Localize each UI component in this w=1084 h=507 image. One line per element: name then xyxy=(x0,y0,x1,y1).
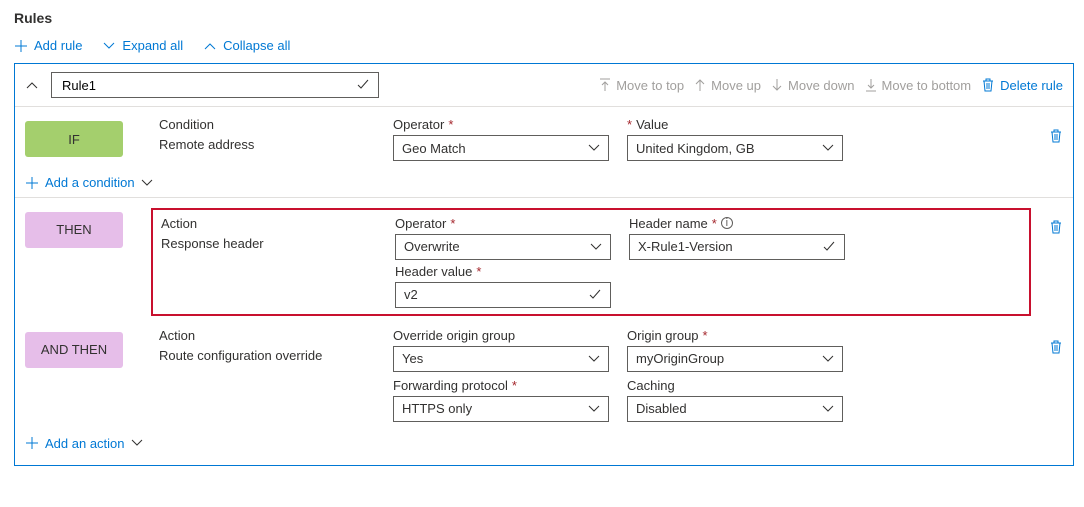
collapse-rule-button[interactable] xyxy=(25,80,41,90)
rule-header: Move to top Move up Move down Move to bo… xyxy=(15,64,1073,107)
add-rule-button[interactable]: Add rule xyxy=(14,38,82,53)
check-icon xyxy=(588,289,602,301)
add-rule-label: Add rule xyxy=(34,38,82,53)
origin-group-value: myOriginGroup xyxy=(636,351,724,366)
delete-action-button[interactable] xyxy=(1049,220,1063,234)
caching-select[interactable]: Disabled xyxy=(627,396,843,422)
collapse-all-button[interactable]: Collapse all xyxy=(203,38,290,53)
chevron-down-icon xyxy=(141,179,153,187)
plus-icon xyxy=(14,39,28,53)
condition-row: IF Condition Remote address Operator * G… xyxy=(25,111,1063,167)
delete-rule-button[interactable]: Delete rule xyxy=(981,78,1063,93)
action-label: Action xyxy=(161,216,377,231)
rule-name-input[interactable] xyxy=(51,72,379,98)
section-title: Rules xyxy=(14,10,1074,26)
chevron-down-icon xyxy=(102,41,116,51)
override-origin-label: Override origin group xyxy=(393,328,609,343)
condition-label: Condition xyxy=(159,117,375,132)
delete-rule-label: Delete rule xyxy=(1000,78,1063,93)
header-name-input[interactable]: X-Rule1-Version xyxy=(629,234,845,260)
chevron-down-icon xyxy=(822,355,834,363)
forwarding-protocol-label: Forwarding protocol * xyxy=(393,378,609,393)
rule-name-field[interactable] xyxy=(60,77,356,94)
expand-all-button[interactable]: Expand all xyxy=(102,38,183,53)
caching-value: Disabled xyxy=(636,401,687,416)
rule-container: Move to top Move up Move down Move to bo… xyxy=(14,63,1074,466)
move-down-button: Move down xyxy=(771,78,854,93)
chevron-down-icon xyxy=(131,439,143,447)
delete-condition-button[interactable] xyxy=(1049,129,1063,143)
origin-group-label: Origin group * xyxy=(627,328,843,343)
action-operator-value: Overwrite xyxy=(404,239,460,254)
chevron-down-icon xyxy=(588,144,600,152)
action-row-andthen: AND THEN Action Route configuration over… xyxy=(25,322,1063,428)
action-row-then: THEN Action Response header Operator * xyxy=(25,202,1063,322)
andthen-badge: AND THEN xyxy=(25,332,123,368)
origin-group-select[interactable]: myOriginGroup xyxy=(627,346,843,372)
chevron-up-icon xyxy=(203,41,217,51)
add-condition-button[interactable]: Add a condition xyxy=(25,167,153,192)
value-label: *Value xyxy=(627,117,843,132)
forwarding-protocol-select[interactable]: HTTPS only xyxy=(393,396,609,422)
if-badge: IF xyxy=(25,121,123,157)
value-select-value: United Kingdom, GB xyxy=(636,141,755,156)
add-condition-label: Add a condition xyxy=(45,175,135,190)
move-up-label: Move up xyxy=(711,78,761,93)
header-value-input[interactable]: v2 xyxy=(395,282,611,308)
operator-select-value: Geo Match xyxy=(402,141,466,156)
move-to-bottom-label: Move to bottom xyxy=(882,78,972,93)
move-up-button: Move up xyxy=(694,78,761,93)
move-to-top-button: Move to top xyxy=(599,78,684,93)
check-icon xyxy=(822,241,836,253)
move-to-top-label: Move to top xyxy=(616,78,684,93)
expand-all-label: Expand all xyxy=(122,38,183,53)
forwarding-protocol-value: HTTPS only xyxy=(402,401,472,416)
override-origin-select[interactable]: Yes xyxy=(393,346,609,372)
add-action-button[interactable]: Add an action xyxy=(25,428,143,453)
move-down-label: Move down xyxy=(788,78,854,93)
chevron-down-icon xyxy=(588,355,600,363)
action2-label: Action xyxy=(159,328,375,343)
info-icon[interactable]: i xyxy=(721,217,733,229)
collapse-all-label: Collapse all xyxy=(223,38,290,53)
header-value-value: v2 xyxy=(404,287,418,302)
chevron-down-icon xyxy=(822,405,834,413)
header-value-label: Header value * xyxy=(395,264,611,279)
highlight-box: Action Response header Operator * Overwr… xyxy=(151,208,1031,316)
then-badge: THEN xyxy=(25,212,123,248)
add-action-label: Add an action xyxy=(45,436,125,451)
header-name-value: X-Rule1-Version xyxy=(638,239,733,254)
action-value: Response header xyxy=(161,234,377,251)
check-icon xyxy=(356,79,370,91)
condition-value: Remote address xyxy=(159,135,375,152)
action2-value: Route configuration override xyxy=(159,346,375,363)
action-operator-select[interactable]: Overwrite xyxy=(395,234,611,260)
toolbar: Add rule Expand all Collapse all xyxy=(14,32,1074,63)
override-origin-value: Yes xyxy=(402,351,423,366)
caching-label: Caching xyxy=(627,378,843,393)
plus-icon xyxy=(25,436,39,450)
chevron-down-icon xyxy=(822,144,834,152)
delete-action2-button[interactable] xyxy=(1049,340,1063,354)
value-select[interactable]: United Kingdom, GB xyxy=(627,135,843,161)
chevron-down-icon xyxy=(590,243,602,251)
action-operator-label: Operator * xyxy=(395,216,611,231)
operator-select[interactable]: Geo Match xyxy=(393,135,609,161)
chevron-down-icon xyxy=(588,405,600,413)
operator-label: Operator * xyxy=(393,117,609,132)
rule-body: IF Condition Remote address Operator * G… xyxy=(15,107,1073,465)
plus-icon xyxy=(25,176,39,190)
header-name-label: Header name * i xyxy=(629,216,845,231)
move-to-bottom-button: Move to bottom xyxy=(865,78,972,93)
